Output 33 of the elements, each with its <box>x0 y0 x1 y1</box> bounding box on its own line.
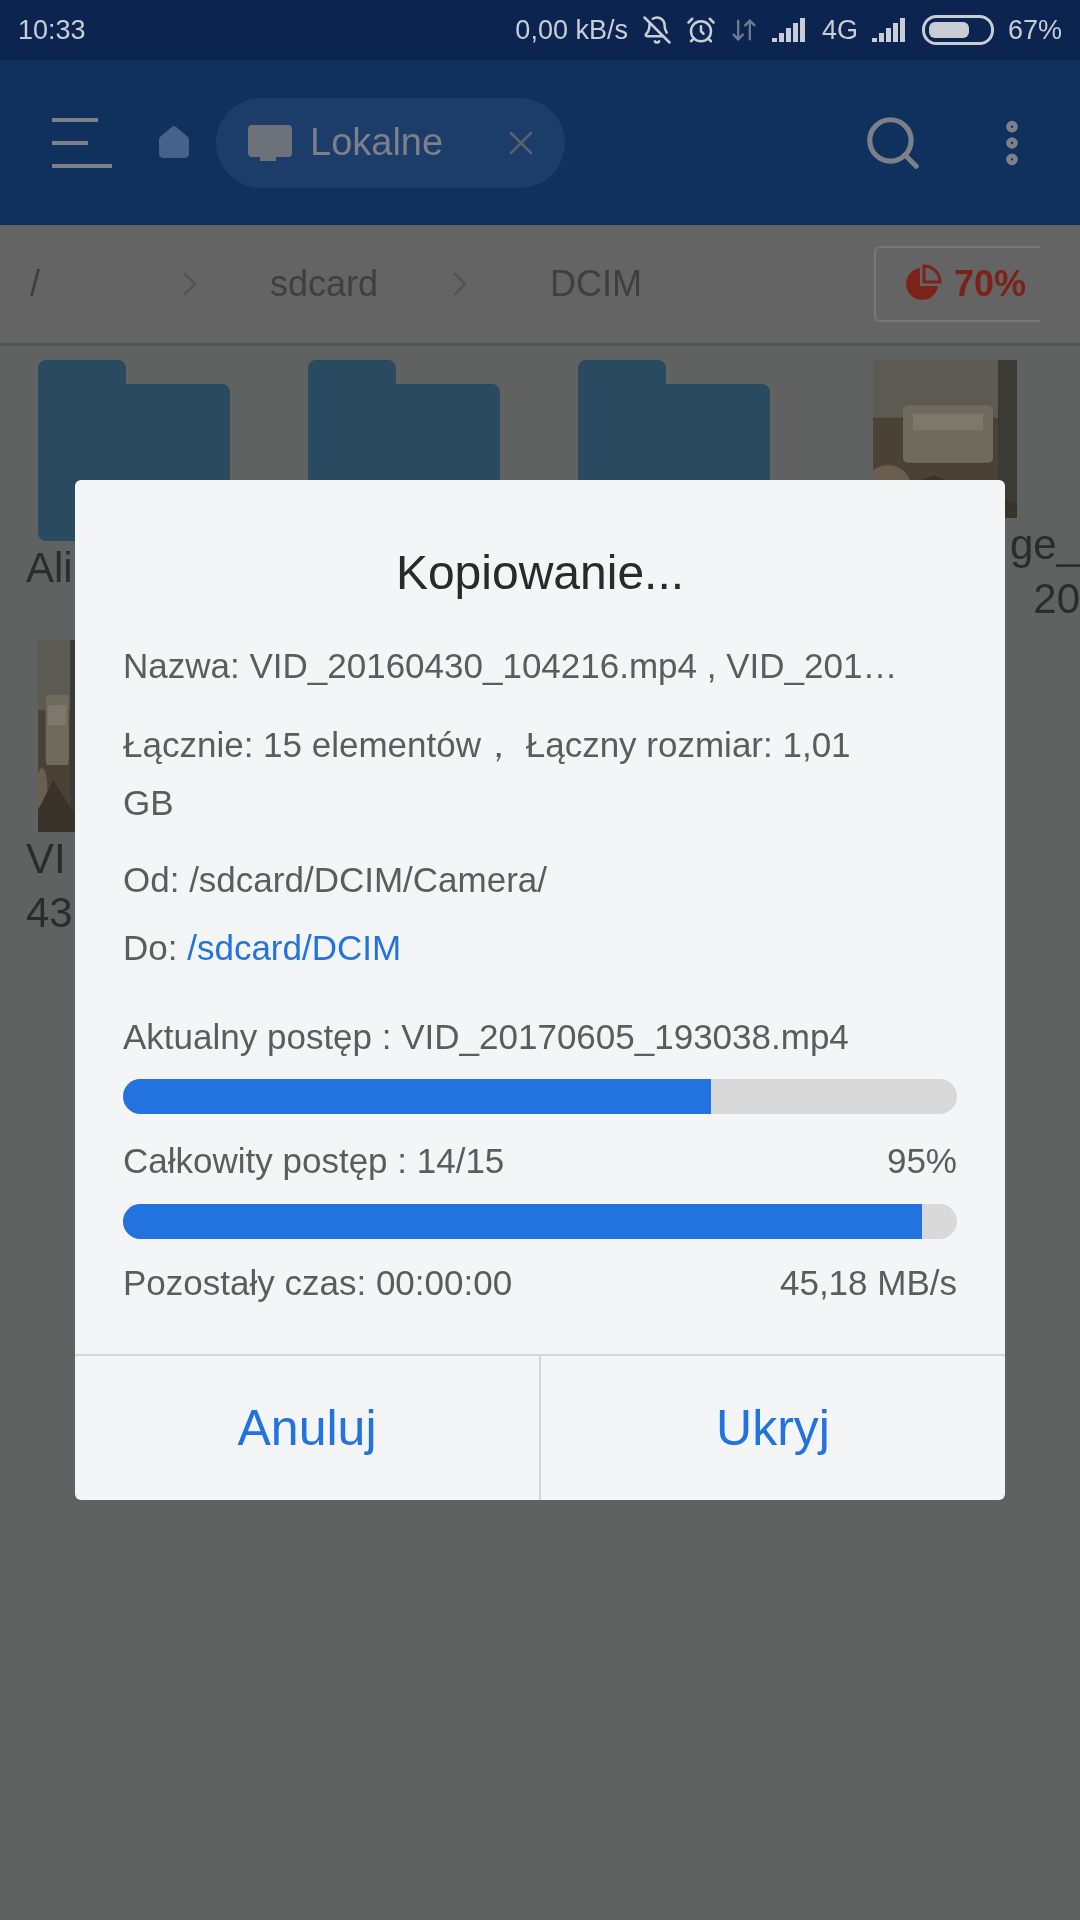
alarm-icon <box>685 15 716 45</box>
file-name: Ali <box>26 543 73 593</box>
file-name: 20 <box>1033 574 1080 624</box>
breadcrumb-item[interactable]: / <box>30 263 170 305</box>
network-type: 4G <box>821 14 858 46</box>
signal-icon <box>871 18 908 42</box>
total-size: Łącznie: 15 elementów， Łączny rozmiar: 1,01 GB <box>123 724 852 824</box>
file-names: Nazwa: VID_20160430_104216.mp4 , VID_201… <box>123 645 899 687</box>
destination-link[interactable]: /sdcard/DCIM <box>187 928 402 967</box>
remaining-time: Pozostały czas: 00:00:00 <box>123 1262 513 1304</box>
destination-label: Do: <box>123 928 178 967</box>
home-icon[interactable] <box>156 124 192 161</box>
location-chip[interactable]: Lokalne <box>216 97 566 188</box>
dialog-button[interactable]: Ukryj <box>539 1356 1005 1500</box>
clock-time: 10:33 <box>18 14 86 46</box>
overall-percent: 95% <box>886 1140 957 1182</box>
overall-progress-label: Całkowity postęp : 14/15 <box>123 1140 505 1182</box>
battery-icon <box>921 15 994 45</box>
muted-bell-icon <box>641 15 672 45</box>
file-name: VI <box>26 834 66 884</box>
file-name: ge_ <box>1009 520 1080 570</box>
transfer-speed: 45,18 MB/s <box>779 1262 957 1304</box>
dialog-title: Kopiowanie... <box>394 545 686 601</box>
source-path: Od: /sdcard/DCIM/Camera/ <box>123 859 548 901</box>
menu-icon[interactable] <box>52 117 112 168</box>
network-speed: 0,00 kB/s <box>515 14 628 46</box>
signal-icon <box>771 18 808 42</box>
battery-level: 67% <box>1007 14 1062 46</box>
current-progress-label: Aktualny postęp : VID_20170605_193038.mp4 <box>123 1016 850 1058</box>
sd-card-icon <box>248 124 292 161</box>
storage-badge[interactable]: 70% <box>873 246 1040 322</box>
dialog-button[interactable]: Anuluj <box>75 1356 539 1500</box>
file-name: 43 <box>26 888 73 938</box>
